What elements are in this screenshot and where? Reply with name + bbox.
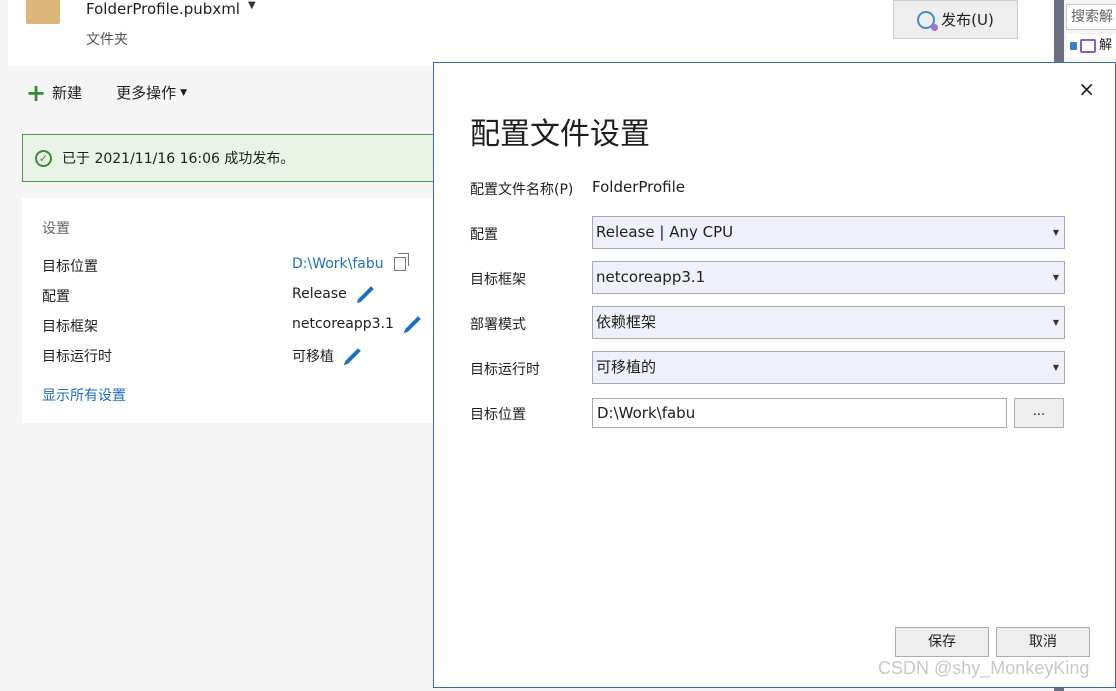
setting-value-location: D:\Work\fabu [292,253,409,272]
cancel-button[interactable]: 取消 [996,627,1090,657]
deploy-mode-select-value: 依赖框架 [596,313,657,331]
more-actions-label: 更多操作 [116,84,177,102]
location-link[interactable]: D:\Work\fabu [292,256,384,272]
profile-settings-dialog: × 配置文件设置 配置文件名称(P) FolderProfile 配置 Rele… [433,62,1116,688]
solution-search-input[interactable]: 搜索解 [1066,4,1116,30]
runtime-select[interactable]: 可移植的 ▼ [592,351,1065,384]
plus-icon: + [26,78,47,107]
globe-icon [917,10,939,31]
lock-icon [1070,42,1077,50]
visual-studio-icon [1080,39,1096,53]
config-select-value: Release | Any CPU [596,223,734,241]
runtime-select-value: 可移植的 [596,358,657,376]
dialog-title: 配置文件设置 [470,117,650,152]
edit-pencil-icon[interactable] [405,316,421,332]
success-banner: ✓ 已于 2021/11/16 16:06 成功发布。 [22,134,462,182]
runtime-label: 目标运行时 [470,362,540,378]
deploy-mode-label: 部署模式 [470,317,526,333]
check-circle-icon: ✓ [35,149,52,167]
framework-value: netcoreapp3.1 [292,316,394,332]
framework-select[interactable]: netcoreapp3.1 ▼ [592,261,1065,294]
location-input[interactable]: D:\Work\fabu [592,398,1007,428]
profile-type: 文件夹 [86,32,128,48]
solution-item-label: 解 [1099,38,1113,53]
dropdown-arrow-icon: ▼ [1052,318,1059,327]
profile-header: FolderProfile.pubxml ▼ 文件夹 发布(U) [8,0,1054,66]
config-select[interactable]: Release | Any CPU ▼ [592,216,1065,249]
profile-name-value: FolderProfile [592,178,685,196]
dropdown-arrow-icon: ▼ [1052,363,1059,372]
dropdown-arrow-icon: ▼ [1052,228,1059,237]
edit-pencil-icon[interactable] [345,348,361,364]
deploy-mode-select[interactable]: 依赖框架 ▼ [592,306,1065,339]
publish-label: 发布(U) [941,11,994,29]
toolbar: + 新建 更多操作 ▼ [26,78,187,107]
profile-name[interactable]: FolderProfile.pubxml [86,0,240,18]
settings-title: 设置 [42,221,70,237]
caret-down-icon: ▼ [180,87,188,98]
setting-value-config: Release [292,286,375,302]
folder-icon [26,0,60,24]
save-button[interactable]: 保存 [895,627,989,657]
setting-label-location: 目标位置 [42,259,98,275]
setting-label-framework: 目标框架 [42,319,98,335]
dropdown-arrow-icon: ▼ [1052,273,1059,282]
success-message: 已于 2021/11/16 16:06 成功发布。 [62,151,295,167]
setting-value-framework: netcoreapp3.1 [292,316,422,332]
browse-button[interactable]: ... [1014,398,1064,428]
close-icon[interactable]: × [1078,77,1095,101]
new-button[interactable]: + 新建 [26,78,83,107]
more-actions-button[interactable]: 更多操作 ▼ [116,82,187,103]
edit-pencil-icon[interactable] [357,286,374,302]
framework-select-value: netcoreapp3.1 [596,268,706,286]
setting-label-config: 配置 [42,289,70,305]
config-value: Release [292,286,347,302]
new-label: 新建 [52,84,83,102]
setting-label-runtime: 目标运行时 [42,349,112,365]
watermark: CSDN @shy_MonkeyKing [878,658,1090,678]
copy-icon[interactable] [393,253,409,271]
framework-label: 目标框架 [470,272,526,288]
profile-name-label: 配置文件名称(P) [470,182,574,198]
show-all-settings-link[interactable]: 显示所有设置 [42,385,126,405]
publish-button[interactable]: 发布(U) [893,0,1018,39]
runtime-value: 可移植 [292,349,334,365]
solution-item[interactable]: 解 [1066,34,1116,58]
setting-value-runtime: 可移植 [292,346,362,366]
chevron-down-icon[interactable]: ▼ [248,0,256,11]
config-label: 配置 [470,227,498,243]
location-label: 目标位置 [470,407,526,423]
settings-card: 设置 目标位置 D:\Work\fabu 配置 Release 目标框架 net… [22,198,462,423]
